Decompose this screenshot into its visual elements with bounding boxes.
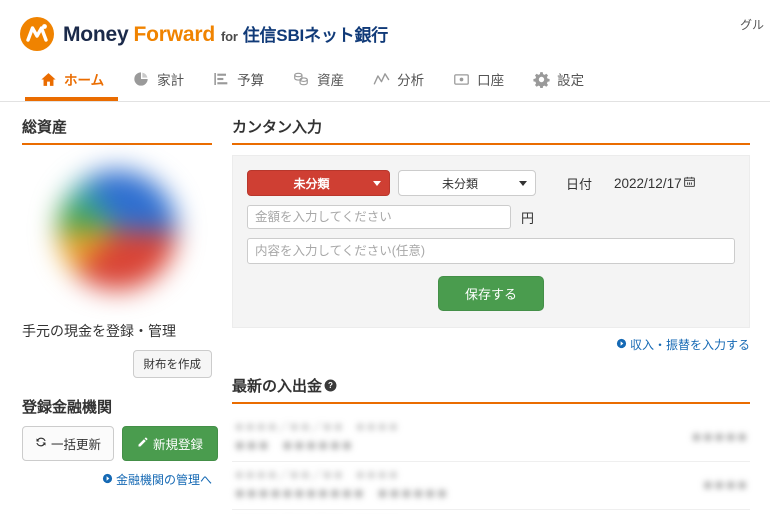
pencil-icon	[137, 436, 149, 451]
yen-unit-label: 円	[521, 210, 535, 226]
help-circle-icon[interactable]: ?	[324, 379, 337, 396]
transaction-amount: ＊＊＊＊	[702, 480, 748, 492]
main-column: カンタン入力 未分類 未分類 日付 2022/12/17 金額を入力してください…	[222, 116, 770, 514]
category-large-value: 未分類	[293, 176, 330, 191]
calendar-icon	[683, 175, 696, 191]
pie-chart-icon	[132, 70, 150, 88]
easy-input-title: カンタン入力	[232, 116, 750, 145]
refresh-icon	[35, 436, 47, 451]
transaction-info: ＊＊＊＊／＊＊／＊＊ ＊＊＊＊ ＊＊＊＊＊＊＊＊＊＊＊ ＊＊＊＊＊＊	[234, 468, 448, 502]
create-wallet-row: 財布を作成	[22, 350, 212, 378]
create-wallet-button[interactable]: 財布を作成	[132, 350, 212, 378]
recent-transactions-title-text: 最新の入出金	[232, 378, 323, 395]
brand-logo[interactable]: Money Forward for 住信SBIネット銀行	[20, 17, 388, 51]
nav-item-home[interactable]: ホーム	[25, 58, 119, 101]
new-register-button[interactable]: 新規登録	[122, 426, 219, 461]
transaction-description: ＊＊＊＊＊＊＊＊＊＊＊ ＊＊＊＊＊＊	[234, 489, 449, 501]
home-icon	[39, 70, 57, 88]
donut-chart-blurred	[57, 170, 177, 290]
svg-text:?: ?	[328, 381, 333, 390]
money-forward-logo-icon	[20, 17, 54, 51]
chevron-down-icon	[519, 180, 527, 186]
nav-item-budget[interactable]: 予算	[198, 58, 278, 100]
category-small-value: 未分類	[441, 176, 478, 191]
transaction-date: ＊＊＊＊／＊＊／＊＊ ＊＊＊＊	[234, 470, 399, 482]
nav-item-household[interactable]: 家計	[118, 58, 198, 100]
easy-input-row-memo	[247, 238, 735, 264]
logo-forward-text: Forward	[133, 23, 216, 46]
date-value-text: 2022/12/17	[614, 175, 682, 191]
table-row[interactable]: ＊＊＊＊／＊＊／＊＊ ＊＊＊＊ ＊＊＊＊＊＊＊ ＊＊＊＊ ＊＊＊＊＊＊	[232, 510, 750, 514]
nav-item-analysis[interactable]: 分析	[358, 58, 438, 100]
table-row[interactable]: ＊＊＊＊／＊＊／＊＊ ＊＊＊＊ ＊＊＊ ＊＊＊＊＊＊ ＊＊＊＊＊	[232, 414, 750, 462]
asset-breakdown-chart[interactable]	[22, 155, 212, 305]
bar-list-icon	[212, 70, 230, 88]
logo-money-text: Money	[63, 23, 129, 46]
update-all-button[interactable]: 一括更新	[22, 426, 115, 461]
easy-input-panel: 未分類 未分類 日付 2022/12/17 金額を入力してください 円 内容を入…	[232, 155, 750, 328]
easy-input-row-save: 保存する	[247, 276, 735, 311]
nav-label-budget: 予算	[237, 73, 265, 88]
nav-item-settings[interactable]: 設定	[518, 58, 598, 100]
transaction-date: ＊＊＊＊／＊＊／＊＊ ＊＊＊＊	[234, 422, 399, 434]
institutions-title: 登録金融機関	[22, 399, 113, 416]
easy-input-row-category: 未分類 未分類 日付 2022/12/17	[247, 170, 735, 196]
nav-label-assets: 資産	[317, 73, 345, 88]
page-header: Money Forward for 住信SBIネット銀行 グル	[0, 0, 770, 58]
nav-label-household: 家計	[157, 73, 185, 88]
date-label: 日付	[566, 176, 593, 192]
nav-label-settings: 設定	[557, 73, 585, 88]
table-row[interactable]: ＊＊＊＊／＊＊／＊＊ ＊＊＊＊ ＊＊＊＊＊＊＊＊＊＊＊ ＊＊＊＊＊＊ ＊＊＊＊	[232, 462, 750, 510]
logo-bank-name: 住信SBIネット銀行	[242, 26, 389, 45]
category-small-select[interactable]: 未分類	[398, 170, 536, 196]
recent-transactions-title: 最新の入出金?	[232, 375, 750, 404]
total-assets-title: 総資産	[22, 116, 212, 145]
transaction-description: ＊＊＊ ＊＊＊＊＊＊	[234, 441, 353, 453]
nav-label-analysis: 分析	[397, 73, 425, 88]
easy-input-row-amount: 円	[247, 205, 735, 229]
memo-input[interactable]	[247, 238, 735, 264]
amount-input[interactable]	[247, 205, 511, 229]
save-button[interactable]: 保存する	[437, 276, 544, 311]
recent-transactions-section: 最新の入出金? ＊＊＊＊／＊＊／＊＊ ＊＊＊＊ ＊＊＊ ＊＊＊＊＊＊ ＊＊＊＊＊…	[232, 375, 750, 514]
logo-for-text: for	[220, 29, 238, 44]
new-register-label: 新規登録	[153, 438, 204, 452]
category-large-select[interactable]: 未分類	[247, 170, 390, 196]
transaction-info: ＊＊＊＊／＊＊／＊＊ ＊＊＊＊ ＊＊＊ ＊＊＊＊＊＊	[234, 420, 399, 454]
nav-item-assets[interactable]: 資産	[278, 58, 358, 100]
bank-card-icon	[452, 70, 470, 88]
circle-arrow-right-icon	[102, 473, 113, 487]
institutions-buttons: 一括更新 新規登録	[22, 426, 219, 461]
income-transfer-row: 収入・振替を入力する	[232, 336, 750, 353]
manage-institutions-row: 金融機関の管理へ	[22, 471, 212, 488]
gear-icon	[532, 70, 550, 88]
sidebar-column: 総資産 手元の現金を登録・管理 財布を作成 登録金融機関 一括更新 新規登録 金…	[0, 116, 222, 514]
update-all-label: 一括更新	[51, 438, 102, 452]
manage-institutions-label: 金融機関の管理へ	[115, 473, 212, 487]
date-picker[interactable]: 2022/12/17	[614, 175, 696, 191]
income-transfer-link[interactable]: 収入・振替を入力する	[616, 336, 750, 353]
circle-arrow-right-icon	[616, 338, 627, 352]
main-content: 総資産 手元の現金を登録・管理 財布を作成 登録金融機関 一括更新 新規登録 金…	[0, 102, 770, 514]
income-transfer-label: 収入・振替を入力する	[629, 338, 750, 352]
transaction-amount: ＊＊＊＊＊	[691, 432, 748, 444]
global-navigation: ホーム 家計 予算 資産 分析 口座 設定	[0, 58, 770, 102]
cash-section-title: 手元の現金を登録・管理	[22, 323, 176, 339]
line-chart-icon	[372, 70, 390, 88]
nav-label-accounts: 口座	[477, 73, 505, 88]
transaction-list: ＊＊＊＊／＊＊／＊＊ ＊＊＊＊ ＊＊＊ ＊＊＊＊＊＊ ＊＊＊＊＊ ＊＊＊＊／＊＊…	[232, 414, 750, 514]
nav-item-accounts[interactable]: 口座	[438, 58, 518, 100]
manage-institutions-link[interactable]: 金融機関の管理へ	[102, 471, 212, 488]
account-menu[interactable]: グル	[740, 16, 770, 33]
chevron-down-icon	[373, 180, 381, 186]
nav-label-home: ホーム	[64, 73, 105, 88]
coins-icon	[292, 70, 310, 88]
